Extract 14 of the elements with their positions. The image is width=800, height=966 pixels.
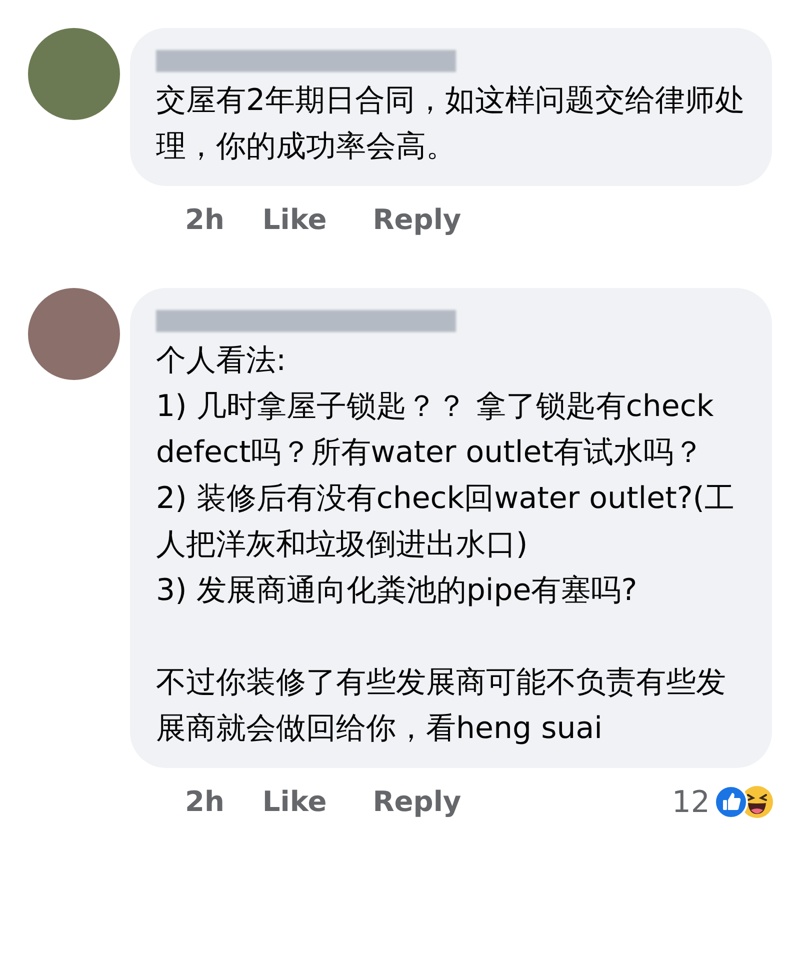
- comment-time: 2h: [185, 784, 224, 820]
- like-link[interactable]: Like: [262, 781, 327, 823]
- comment-text: 3) 发展商通向化粪池的pipe有塞吗?: [156, 572, 638, 610]
- reply-link[interactable]: Reply: [372, 199, 462, 241]
- comment-text: 2) 装修后有没有check回water outlet?(工人把洋灰和垃圾倒进出水口): [156, 480, 736, 564]
- comment-text: 个人看法:: [156, 342, 288, 380]
- comment-text: 不过你装修了有些发展商可能不负责有些发展商就会做回给你，看heng suai: [156, 664, 727, 748]
- comment-text: 交屋有2年期日合同，如这样问题交给律师处理，你的成功率会高。: [156, 82, 746, 166]
- like-link[interactable]: Like: [262, 199, 327, 241]
- reply-link[interactable]: Reply: [372, 781, 462, 823]
- like-reaction-icon: [714, 785, 748, 819]
- comment-text: 1) 几时拿屋子锁匙？？ 拿了锁匙有check defect吗？所有water outlet有试水吗？: [156, 388, 715, 472]
- reaction-count: 12: [672, 784, 710, 822]
- comment-time: 2h: [185, 202, 224, 238]
